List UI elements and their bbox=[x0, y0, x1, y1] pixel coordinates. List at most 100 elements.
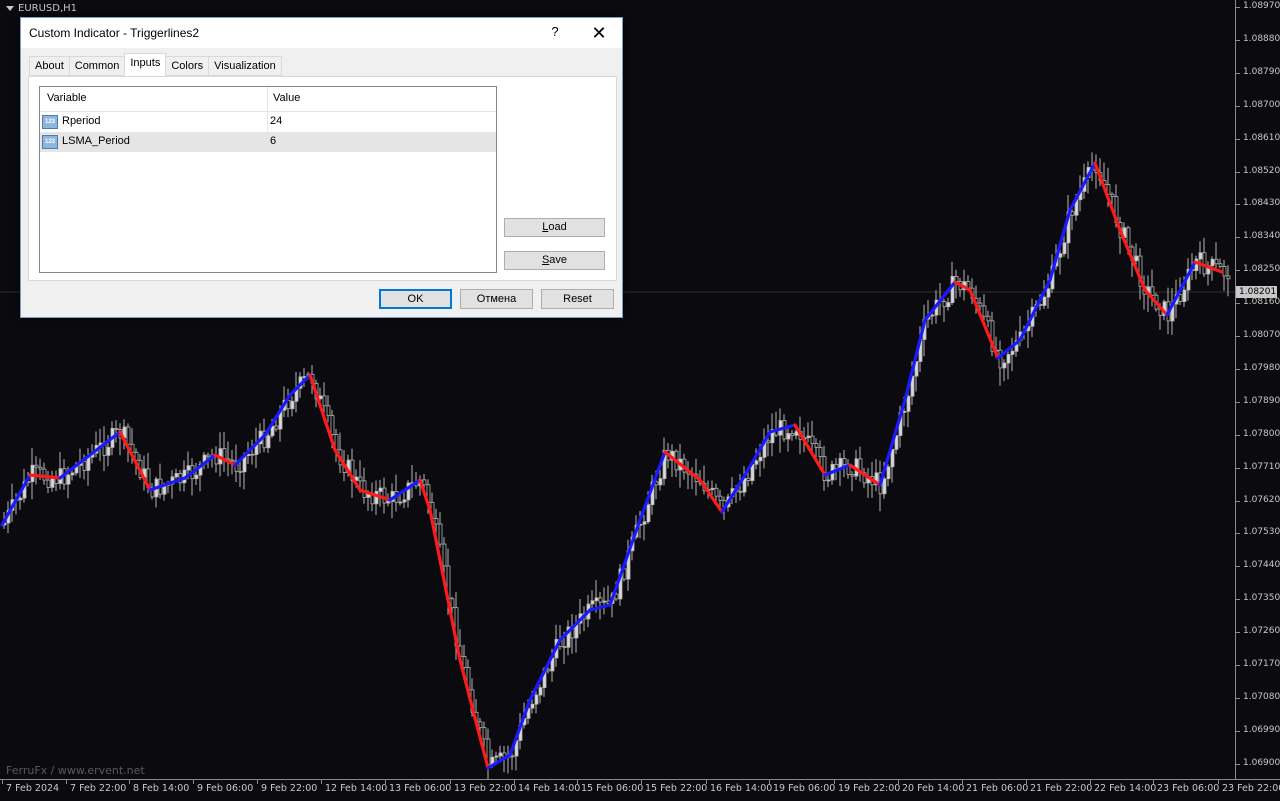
save-button-label: Save bbox=[541, 254, 568, 266]
price-tick bbox=[1236, 763, 1240, 765]
inputs-table[interactable]: Variable Value 123 Rperiod 24 123 LSMA_P… bbox=[39, 86, 497, 273]
candle-body bbox=[38, 466, 43, 470]
candle-body bbox=[274, 425, 279, 430]
candle-body bbox=[362, 480, 367, 498]
candle-body bbox=[754, 460, 759, 465]
candle-body bbox=[222, 448, 227, 460]
watermark: FerruFx / www.ervent.net bbox=[6, 764, 145, 777]
candle-body bbox=[450, 598, 455, 609]
candle-body bbox=[326, 405, 331, 417]
triggerline-segment bbox=[388, 478, 422, 502]
tab-visualization[interactable]: Visualization bbox=[208, 56, 282, 76]
candle-body bbox=[646, 504, 651, 523]
price-tick bbox=[1236, 730, 1240, 732]
candle-body bbox=[42, 468, 47, 481]
time-axis[interactable]: 7 Feb 2024 7 Feb 22:00 8 Feb 14:00 9 Feb 06… bbox=[0, 779, 1280, 801]
candle-body bbox=[598, 597, 603, 603]
dropdown-triangle-icon[interactable] bbox=[6, 6, 14, 11]
price-tick bbox=[1236, 697, 1240, 699]
candle-body bbox=[402, 499, 407, 503]
column-divider bbox=[267, 112, 268, 132]
table-row[interactable]: 123 Rperiod 24 bbox=[40, 112, 496, 132]
candle-body bbox=[378, 487, 383, 492]
candle-body bbox=[1134, 255, 1139, 262]
candle-body bbox=[86, 456, 91, 471]
time-tick bbox=[129, 780, 130, 784]
close-icon[interactable]: ✕ bbox=[587, 22, 611, 44]
tab-colors[interactable]: Colors bbox=[165, 56, 210, 76]
candle-body bbox=[438, 523, 443, 545]
candle-body bbox=[126, 426, 131, 445]
column-header-value[interactable]: Value bbox=[273, 92, 300, 104]
tab-about[interactable]: About bbox=[29, 56, 70, 76]
ok-button[interactable]: OK bbox=[379, 289, 452, 309]
time-label: 9 Feb 06:00 bbox=[197, 783, 254, 794]
time-tick bbox=[641, 780, 642, 784]
load-button[interactable]: Load bbox=[504, 218, 605, 237]
variable-name: Rperiod bbox=[62, 115, 101, 127]
price-label: 1.07350 bbox=[1243, 593, 1280, 604]
time-tick bbox=[2, 780, 3, 784]
candle-body bbox=[930, 314, 935, 317]
price-label: 1.08070 bbox=[1243, 330, 1280, 340]
table-row[interactable]: 123 LSMA_Period 6 bbox=[40, 132, 496, 152]
candle-body bbox=[1062, 242, 1067, 255]
price-label: 1.07800 bbox=[1243, 428, 1280, 439]
candle-body bbox=[882, 478, 887, 495]
candle-body bbox=[1222, 265, 1227, 277]
price-label: 1.07170 bbox=[1243, 659, 1280, 669]
candle-body bbox=[434, 518, 439, 525]
candle-body bbox=[30, 464, 35, 483]
help-button[interactable]: ? bbox=[548, 24, 562, 40]
price-tick bbox=[1236, 270, 1240, 272]
time-tick bbox=[193, 780, 194, 784]
price-tick bbox=[1236, 368, 1240, 370]
triggerline-segment bbox=[663, 450, 702, 482]
custom-indicator-dialog: Custom Indicator - Triggerlines2 ? ✕ Abo… bbox=[20, 17, 623, 318]
dialog-titlebar[interactable]: Custom Indicator - Triggerlines2 ? ✕ bbox=[21, 18, 622, 48]
triggerline-segment bbox=[428, 508, 462, 662]
tab-inputs[interactable]: Inputs bbox=[124, 53, 167, 76]
price-label: 1.06990 bbox=[1243, 724, 1280, 735]
time-label: 21 Feb 06:00 bbox=[966, 783, 1029, 794]
variable-value[interactable]: 24 bbox=[270, 115, 282, 127]
candle-body bbox=[842, 458, 847, 466]
cancel-button[interactable]: Отмена bbox=[460, 289, 533, 309]
column-header-variable[interactable]: Variable bbox=[47, 92, 87, 104]
price-tick bbox=[1236, 171, 1240, 173]
price-axis[interactable]: 1.08970 1.08880 1.08790 1.08700 1.08610 1.085… bbox=[1235, 0, 1280, 779]
triggerline-segment bbox=[0, 473, 32, 527]
price-label: 1.08610 bbox=[1243, 132, 1280, 143]
candle-body bbox=[442, 543, 447, 567]
inputs-panel: Variable Value 123 Rperiod 24 123 LSMA_P… bbox=[28, 76, 617, 281]
time-tick bbox=[257, 780, 258, 784]
price-label: 1.08160 bbox=[1243, 297, 1280, 308]
candle-body bbox=[230, 459, 235, 462]
candle-body bbox=[810, 435, 815, 445]
candle-body bbox=[330, 415, 335, 435]
save-button[interactable]: Save bbox=[504, 251, 605, 270]
candle-body bbox=[386, 501, 391, 504]
candle-body bbox=[382, 487, 387, 504]
price-tick bbox=[1236, 7, 1240, 8]
candle-body bbox=[1046, 288, 1051, 298]
time-label: 7 Feb 2024 bbox=[6, 783, 60, 794]
price-label: 1.08430 bbox=[1243, 198, 1280, 209]
candle-body bbox=[82, 461, 87, 471]
time-label: 9 Feb 22:00 bbox=[261, 783, 318, 794]
variable-value[interactable]: 6 bbox=[270, 135, 276, 147]
candle-body bbox=[850, 474, 855, 477]
candle-body bbox=[1070, 211, 1075, 216]
candle-body bbox=[890, 448, 895, 468]
candle-body bbox=[746, 477, 751, 481]
tab-common[interactable]: Common bbox=[68, 56, 126, 76]
candle-body bbox=[1202, 252, 1207, 275]
candle-body bbox=[714, 487, 719, 497]
reset-button[interactable]: Reset bbox=[541, 289, 614, 309]
symbol-label: EURUSD,H1 bbox=[6, 3, 77, 14]
candle-body bbox=[826, 479, 831, 482]
price-tick bbox=[1236, 434, 1240, 436]
time-label: 19 Feb 22:00 bbox=[838, 783, 901, 794]
price-label: 1.08790 bbox=[1243, 66, 1280, 77]
price-label: 1.07890 bbox=[1243, 395, 1280, 406]
